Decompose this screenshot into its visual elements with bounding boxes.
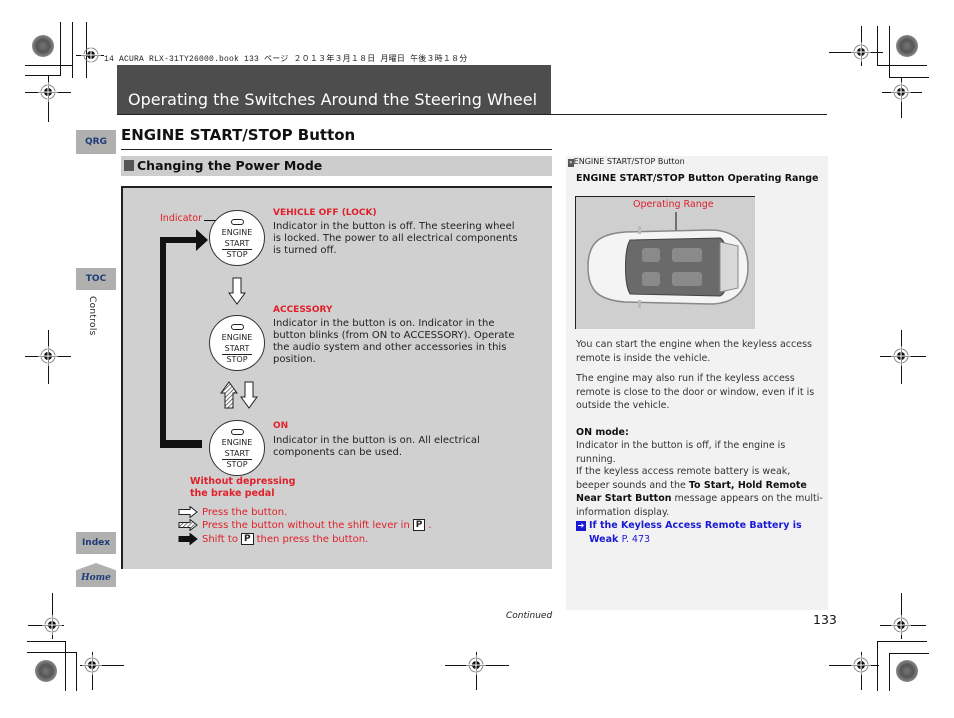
sidebar-para-outside: The engine may also run if the keyless a… bbox=[576, 373, 815, 411]
sidebar-para-inside: You can start the engine when the keyles… bbox=[576, 339, 812, 364]
brake-note: Without depressing the brake pedal bbox=[190, 476, 296, 499]
registration-disc-icon bbox=[896, 660, 918, 682]
mode-title-off: VEHICLE OFF (LOCK) bbox=[273, 208, 377, 218]
engine-start-stop-button-off-icon: ENGINE START STOP bbox=[209, 210, 265, 266]
mode-desc-accessory: Indicator in the button is on. Indicator… bbox=[273, 318, 515, 365]
registration-disc-icon bbox=[35, 660, 57, 682]
park-symbol: P bbox=[412, 519, 426, 531]
button-text-engine: ENGINE bbox=[221, 438, 253, 447]
subsection-title: Changing the Power Mode bbox=[137, 158, 323, 173]
chapter-rule bbox=[117, 114, 827, 115]
registration-mark-icon bbox=[42, 615, 62, 635]
registration-mark-icon bbox=[851, 42, 871, 62]
button-text-stop: STOP bbox=[226, 355, 248, 364]
loop-arrow-icon bbox=[160, 229, 208, 448]
button-text-stop: STOP bbox=[226, 250, 248, 259]
black-arrow-icon bbox=[178, 533, 198, 545]
sidebar-reference: »ENGINE START/STOP Button bbox=[568, 157, 685, 167]
legend-row-no-shift: Press the button without the shift lever… bbox=[178, 518, 432, 532]
sidebar-reference-label: ENGINE START/STOP Button bbox=[573, 157, 685, 166]
button-text-stop: STOP bbox=[226, 460, 248, 469]
registration-mark-icon bbox=[38, 82, 58, 102]
registration-mark-icon bbox=[466, 655, 486, 675]
registration-disc-icon bbox=[896, 35, 918, 57]
button-text-engine: ENGINE bbox=[221, 333, 253, 342]
white-arrow-icon bbox=[178, 506, 198, 518]
button-text-engine: ENGINE bbox=[221, 228, 253, 237]
registration-mark-icon bbox=[891, 346, 911, 366]
button-text-start: START bbox=[224, 344, 250, 353]
legend-text: Shift to bbox=[202, 533, 238, 545]
operating-range-label: Operating Range bbox=[633, 199, 714, 210]
nav-toc-tab[interactable]: TOC bbox=[76, 268, 116, 290]
mode-desc-on: Indicator in the button is on. All elect… bbox=[273, 435, 480, 458]
on-mode-title: ON mode: bbox=[576, 427, 629, 438]
continued-label: Continued bbox=[506, 611, 553, 621]
button-text-start: START bbox=[224, 449, 250, 458]
hatched-up-arrow-icon bbox=[220, 381, 238, 409]
legend-text: Press the button without the shift lever… bbox=[202, 519, 410, 531]
registration-mark-icon bbox=[38, 346, 58, 366]
print-header: 14 ACURA RLX-31TY26000.book 133 ページ ２０１３… bbox=[104, 55, 468, 64]
indicator-label: Indicator bbox=[160, 213, 202, 224]
chapter-title: Operating the Switches Around the Steeri… bbox=[128, 90, 538, 109]
nav-home-tab[interactable]: Home bbox=[76, 563, 116, 587]
mode-title-on: ON bbox=[273, 421, 289, 431]
link-page[interactable]: P. 473 bbox=[622, 534, 650, 545]
section-side-label: Controls bbox=[87, 296, 97, 336]
battery-weak-link[interactable]: ➔ If the Keyless Access Remote Battery i… bbox=[576, 519, 819, 546]
registration-mark-icon bbox=[891, 615, 911, 635]
nav-qrg-tab[interactable]: QRG bbox=[76, 130, 116, 154]
page-number: 133 bbox=[813, 612, 837, 627]
legend-text-suffix: . bbox=[428, 519, 432, 531]
white-down-arrow-icon bbox=[228, 277, 246, 305]
white-down-arrow-icon bbox=[240, 381, 258, 409]
engine-start-stop-button-on-icon: ENGINE START STOP bbox=[209, 420, 265, 476]
link-arrow-icon: ➔ bbox=[576, 521, 586, 531]
registration-mark-icon bbox=[851, 655, 871, 675]
on-mode-text: Indicator in the button is off, if the e… bbox=[576, 440, 786, 465]
registration-mark-icon bbox=[82, 655, 102, 675]
legend-row-shift: Shift to P then press the button. bbox=[178, 532, 368, 546]
sidebar-para-battery: If the keyless access remote battery is … bbox=[576, 465, 824, 519]
legend-text: Press the button. bbox=[202, 506, 288, 518]
registration-mark-icon bbox=[81, 45, 101, 65]
sidebar-heading: ENGINE START/STOP Button Operating Range bbox=[576, 173, 819, 184]
registration-disc-icon bbox=[32, 35, 54, 57]
nav-index-tab[interactable]: Index bbox=[76, 532, 116, 554]
button-text-start: START bbox=[224, 239, 250, 248]
registration-mark-icon bbox=[891, 82, 911, 102]
section-rule bbox=[121, 149, 552, 150]
legend-row-press: Press the button. bbox=[178, 505, 287, 519]
mode-title-accessory: ACCESSORY bbox=[273, 305, 333, 315]
car-top-view-icon bbox=[587, 212, 749, 308]
mode-desc-off: Indicator in the button is off. The stee… bbox=[273, 221, 518, 256]
legend-text-suffix: then press the button. bbox=[256, 533, 369, 545]
subsection-square-icon bbox=[124, 160, 134, 171]
section-title: ENGINE START/STOP Button bbox=[121, 126, 356, 144]
hatched-arrow-icon bbox=[178, 519, 198, 531]
park-symbol: P bbox=[240, 533, 254, 545]
engine-start-stop-button-accessory-icon: ENGINE START STOP bbox=[209, 315, 265, 371]
